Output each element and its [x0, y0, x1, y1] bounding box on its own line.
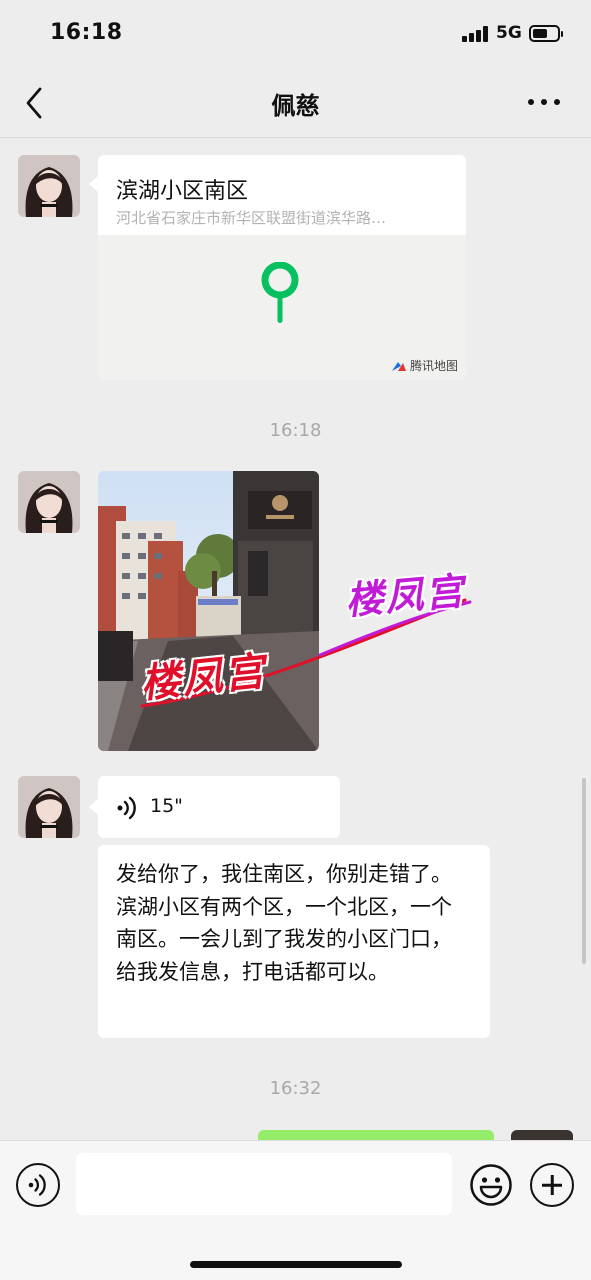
bubble-tail	[89, 176, 98, 192]
map-brand-label: 腾讯地图	[409, 359, 458, 373]
avatar[interactable]	[18, 155, 80, 217]
voice-toggle-icon[interactable]	[16, 1163, 60, 1207]
battery-level	[533, 29, 547, 38]
tencent-map-logo	[391, 361, 406, 371]
voice-message[interactable]: 15"	[98, 776, 340, 838]
nav-bar: 佩慈	[0, 68, 591, 138]
emoji-icon[interactable]	[469, 1163, 513, 1207]
voice-duration: 15"	[150, 795, 183, 817]
timestamp: 16:18	[269, 420, 322, 441]
location-message[interactable]: 滨湖小区南区 河北省石家庄市新华区联盟街道滨华路… 腾讯地图	[98, 155, 466, 380]
timestamp: 16:32	[269, 1078, 322, 1099]
more-dots-icon[interactable]	[528, 92, 562, 112]
battery-icon	[529, 25, 563, 42]
status-time: 16:18	[50, 20, 123, 45]
bubble-tail	[89, 799, 98, 815]
text-message[interactable]: 发给你了，我住南区，你别走错了。滨湖小区有两个区，一个北区，一个南区。一会儿到了…	[98, 845, 490, 1038]
scrollbar[interactable]	[582, 778, 586, 964]
map-pin-icon	[261, 262, 299, 323]
network-label: 5G	[496, 23, 522, 43]
avatar[interactable]	[18, 471, 80, 533]
map-brand: 腾讯地图	[391, 357, 458, 374]
home-indicator	[190, 1261, 402, 1268]
location-name: 滨湖小区南区	[116, 179, 249, 204]
voice-wave-icon	[117, 796, 136, 820]
watermark-text-2: 楼凤宫	[343, 568, 468, 624]
message-input[interactable]	[76, 1153, 452, 1215]
location-map-preview: 腾讯地图	[98, 235, 466, 380]
location-address: 河北省石家庄市新华区联盟街道滨华路…	[116, 209, 387, 227]
plus-icon[interactable]	[530, 1163, 574, 1207]
avatar[interactable]	[18, 776, 80, 838]
input-bar	[0, 1140, 591, 1280]
signal-icon	[462, 26, 490, 42]
chat-title: 佩慈	[271, 92, 320, 120]
status-bar: 16:18 5G	[0, 0, 591, 68]
